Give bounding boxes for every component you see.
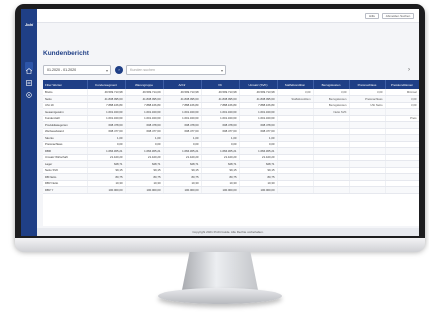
- date-range-value: 01.2020 - 01.2020: [47, 68, 77, 72]
- table-cell: [277, 186, 314, 194]
- column-header[interactable]: Filter Werten: [43, 80, 88, 89]
- column-header[interactable]: Umsatz (SVK): [239, 80, 278, 89]
- table-cell: [349, 186, 386, 194]
- reports-icon[interactable]: [25, 74, 33, 86]
- chevron-right-icon[interactable]: ›: [405, 65, 413, 75]
- column-header[interactable]: Staffelkondition: [277, 80, 314, 89]
- chevron-down-icon: ▾: [220, 68, 223, 73]
- table-row[interactable]: DBV Y 100.000,00 100.000,00 100.000,00 100.0…: [43, 186, 419, 194]
- logout-button[interactable]: Abmelden Suchen: [382, 13, 414, 19]
- table-header-row: Filter Werten Kundensegment Warengruppe …: [43, 80, 419, 89]
- report-table: Filter Werten Kundensegment Warengruppe …: [43, 80, 419, 226]
- column-header[interactable]: Preiskonditionen: [385, 80, 419, 89]
- table-cell: [385, 186, 419, 194]
- monitor-stand-neck: [182, 252, 258, 290]
- column-header[interactable]: Preisnachlass: [349, 80, 386, 89]
- date-range-select[interactable]: 01.2020 - 01.2020 ▾: [43, 65, 111, 75]
- monitor-stage: Jobi Hilfe Abmelden Suchen Kundenbericht…: [0, 0, 429, 320]
- table-cell: 100.000,00: [163, 186, 202, 194]
- column-header[interactable]: Warengruppe: [125, 80, 164, 89]
- table-cell: 100.000,00: [239, 186, 278, 194]
- table-cell: 100.000,00: [87, 186, 126, 194]
- search-placeholder: Kunden suchen: [130, 68, 155, 72]
- table-cell: 100.000,00: [201, 186, 240, 194]
- filter-row: 01.2020 - 01.2020 ▾ › Kunden suchen ▾ ›: [43, 65, 413, 75]
- column-header[interactable]: VK: [201, 80, 240, 89]
- page-title: Kundenbericht: [43, 50, 89, 57]
- help-button[interactable]: Hilfe: [365, 13, 379, 19]
- column-header[interactable]: ArtNr: [163, 80, 202, 89]
- top-bar: Hilfe Abmelden Suchen: [37, 9, 419, 23]
- column-header[interactable]: Kundensegment: [87, 80, 126, 89]
- footer: Copyright 2021 Profit Guide. Alle Rechte…: [37, 228, 419, 236]
- monitor-chin: [15, 238, 425, 252]
- column-header[interactable]: Bezugskosten: [313, 80, 350, 89]
- customer-search-input[interactable]: Kunden suchen ▾: [126, 65, 226, 75]
- sidebar: Jobi: [21, 9, 37, 236]
- row-label: DBV Y: [43, 186, 88, 194]
- chevron-down-icon: ▾: [105, 68, 108, 73]
- main-content: Kundenbericht 01.2020 - 01.2020 ▾ › Kund…: [37, 23, 419, 228]
- monitor-stand-base: [158, 288, 282, 304]
- arrow-right-icon: ›: [118, 67, 120, 72]
- brand-logo[interactable]: Jobi: [24, 22, 34, 28]
- table-cell: 100.000,00: [125, 186, 164, 194]
- table-cell: [313, 186, 350, 194]
- home-icon[interactable]: [25, 62, 33, 74]
- settings-icon[interactable]: [25, 86, 33, 98]
- screen: Jobi Hilfe Abmelden Suchen Kundenbericht…: [21, 9, 419, 236]
- apply-filter-button[interactable]: ›: [115, 66, 123, 74]
